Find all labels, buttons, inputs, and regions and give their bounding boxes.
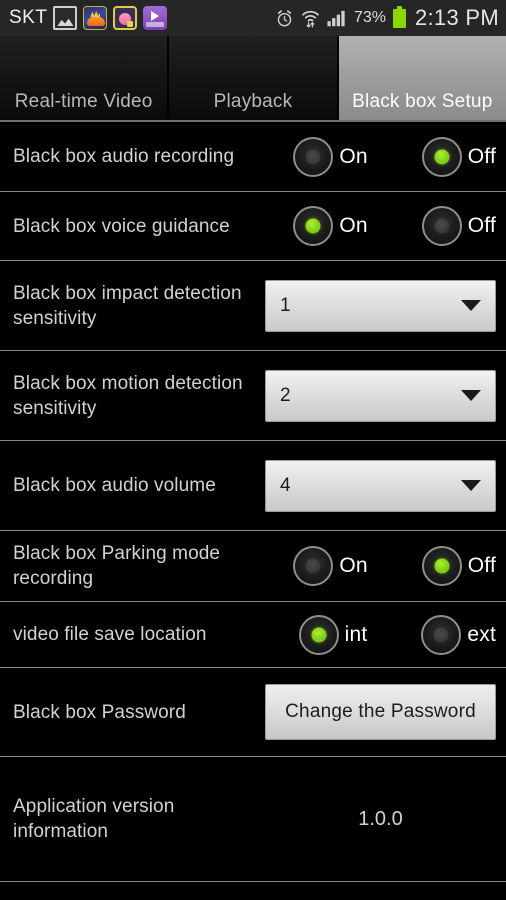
radio-group-video-file-save-location: int ext	[298, 614, 496, 655]
settings-row-label: Black box Parking mode recording	[13, 543, 221, 589]
radio-option-label: Off	[467, 214, 496, 237]
settings-row-label: video file save location	[13, 624, 207, 645]
settings-row-parking-mode-recording: Black box Parking mode recording On Off	[0, 531, 506, 602]
dropdown-value: 2	[280, 384, 291, 406]
dropdown-value: 1	[280, 294, 291, 316]
radio-group-parking-mode-recording: On Off	[293, 546, 496, 586]
cellular-signal-icon	[327, 10, 347, 27]
radio-selected-icon[interactable]	[421, 136, 462, 177]
radio-option-audio-recording-off[interactable]: Off	[421, 136, 496, 177]
radio-option-label: Off	[467, 144, 496, 168]
radio-selected-icon[interactable]	[421, 546, 462, 586]
settings-row-audio-recording: Black box audio recording On Off	[0, 122, 506, 192]
settings-row-label: Black box Password	[13, 701, 186, 723]
settings-row-control: On Off	[293, 206, 496, 246]
settings-row-label: Application version information	[13, 796, 175, 842]
change-password-button[interactable]: Change the Password	[265, 684, 496, 740]
car-game-icon	[83, 6, 108, 30]
tab-black-box-setup[interactable]: Black box Setup	[338, 36, 506, 120]
settings-row-control: On Off	[293, 546, 496, 586]
chevron-down-icon[interactable]	[461, 480, 481, 491]
settings-row-label: Black box impact detection sensitivity	[13, 282, 242, 329]
settings-row-label: Black box audio recording	[13, 146, 235, 167]
wifi-transfer-icon	[301, 9, 320, 28]
radio-option-video-file-save-location-int[interactable]: int	[298, 614, 368, 655]
tab-playback[interactable]: Playback	[169, 36, 339, 120]
dropdown-value: 4	[280, 474, 291, 496]
settings-list: Black box audio recording On Off Black box …	[0, 122, 506, 882]
tab-real-time-video[interactable]: Real-time Video	[0, 36, 170, 120]
settings-row-label: Black box audio volume	[13, 475, 216, 496]
settings-row-voice-guidance: Black box voice guidance On Off	[0, 192, 506, 261]
app-root: SKT 73% 2:13 PM Real-time Video Playback…	[0, 0, 506, 900]
app-version-value: 1.0.0	[358, 807, 403, 830]
settings-row-control: int ext	[298, 614, 496, 655]
radio-option-voice-guidance-on[interactable]: On	[293, 206, 368, 246]
battery-icon	[392, 5, 406, 28]
settings-row-control: Change the Password	[265, 684, 496, 740]
radio-option-video-file-save-location-ext[interactable]: ext	[421, 614, 496, 655]
settings-row-app-version: Application version information 1.0.0	[0, 757, 506, 882]
status-bar-left: SKT	[9, 6, 168, 30]
settings-row-control: 4	[265, 459, 496, 512]
radio-selected-icon[interactable]	[293, 206, 334, 246]
clock-label: 2:13 PM	[414, 5, 499, 30]
dropdown-audio-volume[interactable]: 4	[265, 459, 496, 512]
chevron-down-icon[interactable]	[461, 390, 481, 401]
settings-row-label: Black box motion detection sensitivity	[13, 372, 243, 419]
dropdown-impact-detection-sensitivity[interactable]: 1	[265, 279, 496, 332]
radio-option-parking-mode-recording-off[interactable]: Off	[421, 546, 496, 586]
settings-row-motion-detection-sensitivity: Black box motion detection sensitivity 2	[0, 351, 506, 441]
battery-percent-label: 73%	[353, 9, 386, 26]
tab-label: Black box Setup	[352, 91, 493, 112]
tab-bar: Real-time Video Playback Black box Setup	[0, 36, 506, 122]
radio-group-voice-guidance: On Off	[293, 206, 496, 246]
radio-selected-icon[interactable]	[298, 614, 339, 655]
radio-unselected-icon[interactable]	[293, 546, 334, 586]
settings-row-audio-volume: Black box audio volume 4	[0, 441, 506, 531]
alarm-clock-icon	[275, 9, 294, 28]
radio-option-label: On	[339, 554, 368, 577]
carrier-label: SKT	[9, 7, 48, 28]
gallery-icon	[53, 6, 78, 30]
settings-row-control: On Off	[293, 136, 496, 177]
radio-option-voice-guidance-off[interactable]: Off	[421, 206, 496, 246]
radio-option-label: int	[344, 622, 368, 646]
settings-row-video-file-save-location: video file save location int ext	[0, 602, 506, 668]
radio-option-parking-mode-recording-on[interactable]: On	[293, 546, 368, 586]
settings-row-control: 1	[265, 279, 496, 332]
video-player-icon	[143, 6, 168, 30]
settings-row-password: Black box Password Change the Password	[0, 668, 506, 757]
radio-option-label: On	[339, 144, 368, 168]
radio-option-label: ext	[467, 622, 496, 646]
radio-unselected-icon[interactable]	[421, 614, 462, 655]
tab-label: Real-time Video	[14, 91, 153, 112]
dropdown-motion-detection-sensitivity[interactable]: 2	[265, 369, 496, 422]
tab-label: Playback	[213, 91, 293, 112]
settings-row-control: 2	[265, 369, 496, 422]
settings-row-control: 1.0.0	[265, 808, 496, 831]
radio-unselected-icon[interactable]	[293, 136, 334, 177]
radio-unselected-icon[interactable]	[421, 206, 462, 246]
chevron-down-icon[interactable]	[461, 300, 481, 311]
radio-option-label: On	[339, 214, 368, 237]
status-bar: SKT 73% 2:13 PM	[0, 0, 506, 36]
radio-option-audio-recording-on[interactable]: On	[293, 136, 368, 177]
radio-option-label: Off	[467, 554, 496, 577]
status-bar-right: 73% 2:13 PM	[275, 5, 499, 31]
settings-row-label: Black box voice guidance	[13, 215, 230, 237]
settings-row-impact-detection-sensitivity: Black box impact detection sensitivity 1	[0, 261, 506, 351]
pink-character-icon	[113, 6, 138, 30]
radio-group-audio-recording: On Off	[293, 136, 496, 177]
